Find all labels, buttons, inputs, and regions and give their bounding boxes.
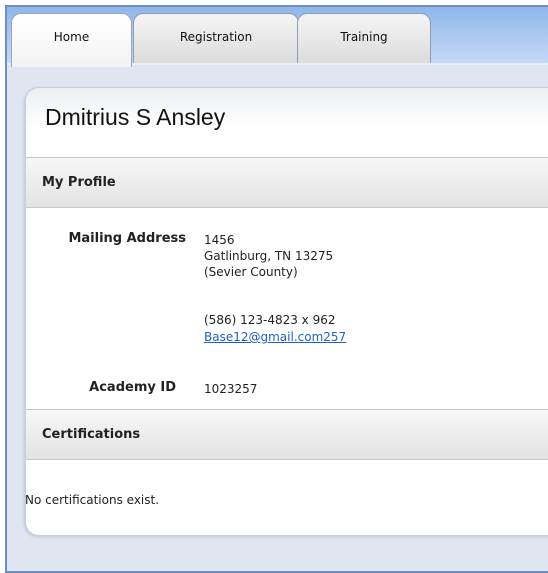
address-line-1: 1456 xyxy=(204,233,235,247)
main-content: Dmitrius S Ansley My Profile Mailing Add… xyxy=(7,65,548,571)
tab-training-label: Training xyxy=(340,30,388,44)
certifications-section-header: Certifications xyxy=(26,409,548,460)
tab-registration[interactable]: Registration xyxy=(133,13,299,65)
no-certifications-message: No certifications exist. xyxy=(25,493,160,507)
phone-number: (586) 123-4823 x 962 xyxy=(204,313,336,327)
email-link[interactable]: Base12@gmail.com257 xyxy=(204,329,346,345)
tab-bar: Home Registration Training xyxy=(7,7,548,67)
card-header: Dmitrius S Ansley xyxy=(26,88,548,158)
person-name: Dmitrius S Ansley xyxy=(45,104,226,130)
app-frame: Home Registration Training Dmitrius S An… xyxy=(5,5,548,573)
tab-registration-label: Registration xyxy=(179,30,253,44)
tab-home[interactable]: Home xyxy=(11,13,132,67)
mailing-address-label: Mailing Address xyxy=(68,231,186,246)
profile-card: Dmitrius S Ansley My Profile Mailing Add… xyxy=(25,87,548,536)
address-county: (Sevier County) xyxy=(204,265,298,279)
tab-training[interactable]: Training xyxy=(297,13,431,65)
academy-id-value: 1023257 xyxy=(204,382,258,396)
academy-id-label: Academy ID xyxy=(89,380,176,395)
my-profile-section-header: My Profile xyxy=(26,157,548,208)
tab-home-label: Home xyxy=(53,30,90,44)
address-city-state-zip: Gatlinburg, TN 13275 xyxy=(204,249,334,263)
